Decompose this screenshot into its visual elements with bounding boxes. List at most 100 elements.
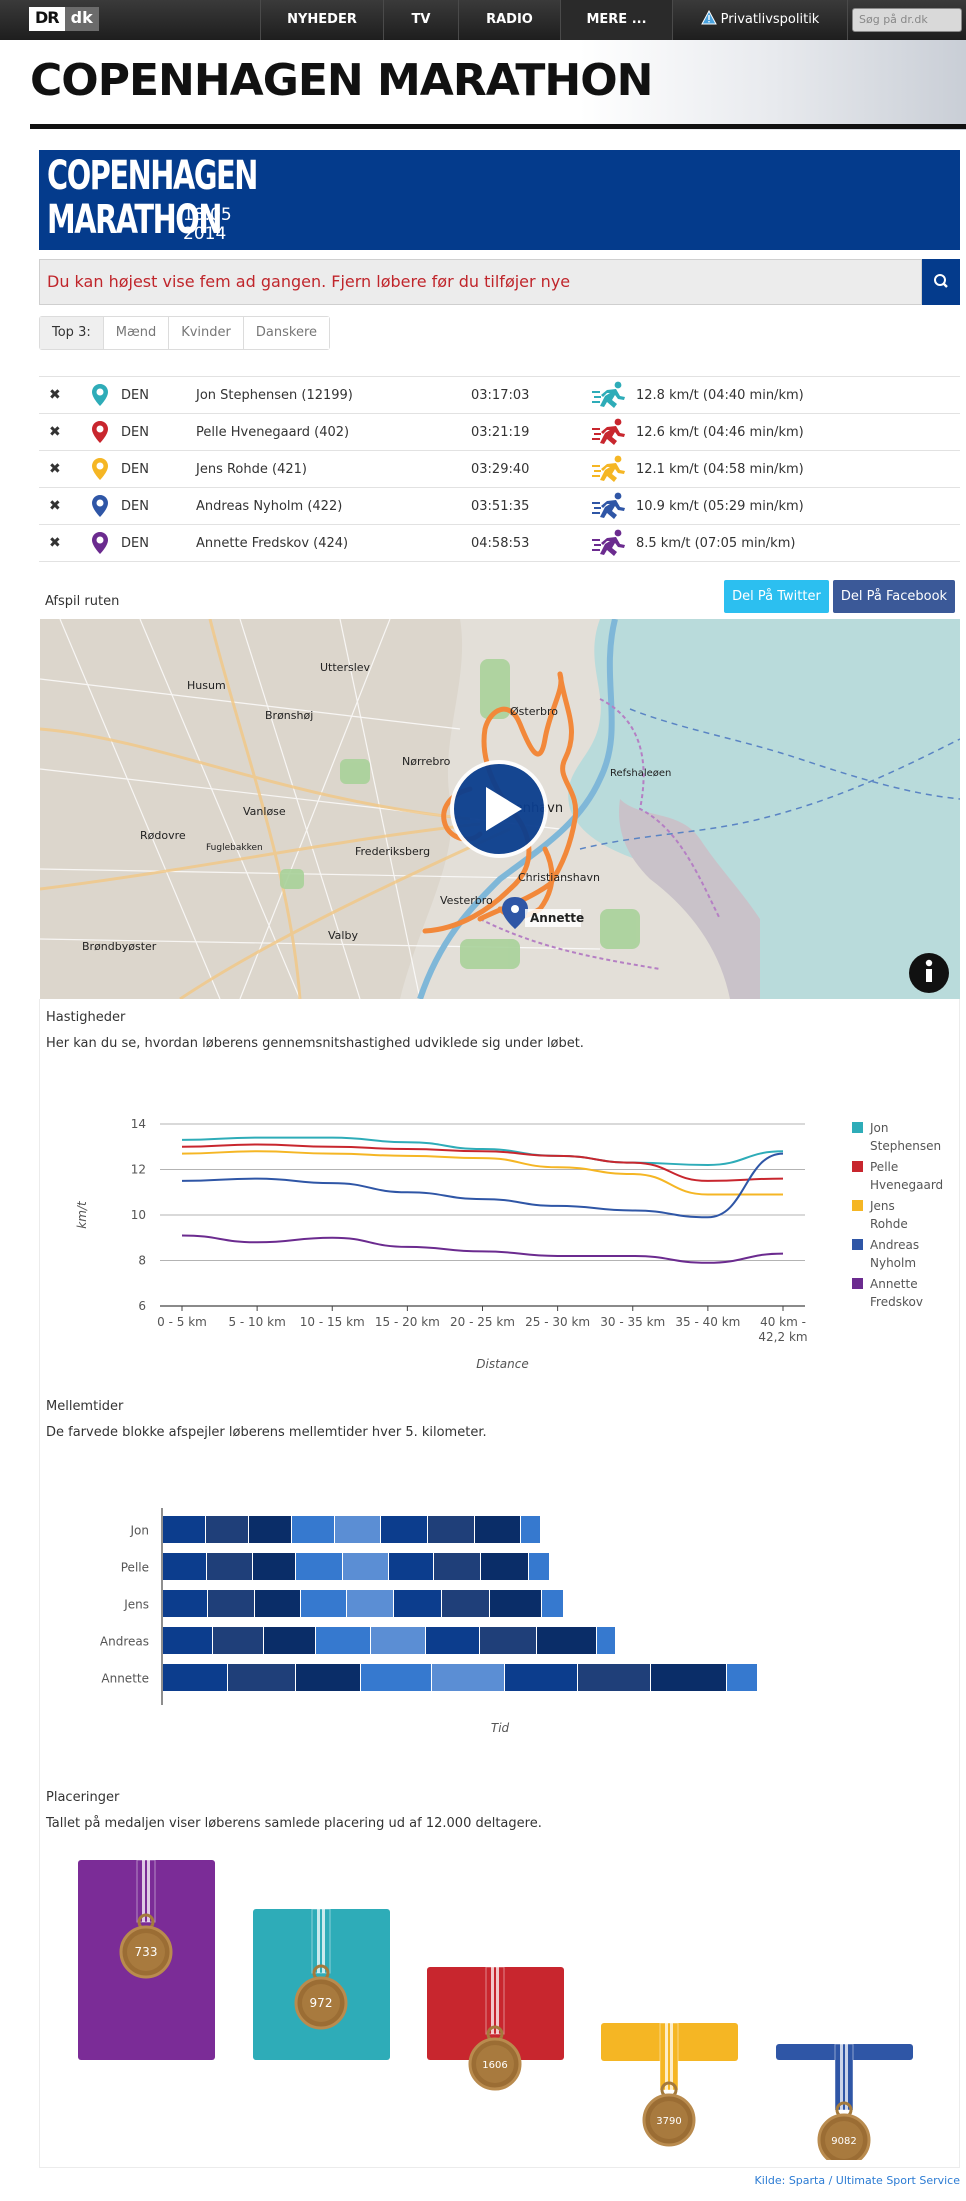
x-tick-label: 25 - 30 km xyxy=(525,1315,590,1329)
source-credit[interactable]: Kilde: Sparta / Ultimate Sport Service xyxy=(755,2174,960,2187)
speed-line-chart: 6 8 10 12 14 km/t 0 - 5 km 5 - 10 km 10 - 15 km 1… xyxy=(75,1117,943,1370)
x-tick-label: 30 - 35 km xyxy=(600,1315,665,1329)
remove-runner-icon[interactable]: ✖ xyxy=(49,461,61,477)
remove-runner-icon[interactable]: ✖ xyxy=(49,535,61,551)
map-label-brondbyoster: Brøndbyøster xyxy=(82,940,157,953)
split-block xyxy=(255,1590,300,1617)
dr-logo[interactable]: DR dk xyxy=(29,7,99,31)
y-tick-label: 14 xyxy=(131,1117,146,1131)
splits-x-axis-label: Tid xyxy=(491,1721,510,1735)
map-label-husum: Husum xyxy=(187,679,226,692)
splits-title: Mellemtider xyxy=(46,1399,124,1414)
split-block xyxy=(651,1664,726,1691)
split-block xyxy=(389,1553,433,1580)
split-block xyxy=(343,1553,388,1580)
legend-label: Annette xyxy=(870,1277,918,1291)
medal-rank: 1606 xyxy=(482,2060,507,2071)
nav-item-tv[interactable]: TV xyxy=(383,0,458,40)
split-block xyxy=(381,1516,427,1543)
split-block xyxy=(207,1553,252,1580)
map-label-vanlose: Vanløse xyxy=(243,805,286,818)
runner-icon xyxy=(592,492,628,524)
route-map[interactable]: Husum Utterslev Brønshøj Østerbro Nørreb… xyxy=(40,619,960,999)
search-input[interactable]: Søg på dr.dk xyxy=(852,8,962,32)
y-tick-label: 10 xyxy=(131,1208,146,1222)
x-tick-label: 40 km - xyxy=(760,1315,806,1329)
x-axis-label: Distance xyxy=(476,1357,528,1370)
split-runner-label: Jens xyxy=(123,1598,149,1612)
split-block xyxy=(371,1627,425,1654)
x-tick-label: 35 - 40 km xyxy=(675,1315,740,1329)
map-label-frederiksberg: Frederiksberg xyxy=(355,845,430,858)
runner-speed: 12.1 km/t (04:58 min/km) xyxy=(636,462,804,477)
legend-label: Andreas xyxy=(870,1238,919,1252)
top-navigation: DR dk NYHEDER TV RADIO MERE ... Privatli… xyxy=(0,0,966,40)
tab-maend[interactable]: Mænd xyxy=(102,317,169,349)
split-block xyxy=(292,1516,334,1543)
map-play-icon[interactable] xyxy=(450,760,548,858)
nav-item-mere[interactable]: MERE ... xyxy=(560,0,672,40)
split-block xyxy=(521,1516,540,1543)
series-line xyxy=(181,1234,784,1264)
legend-swatch xyxy=(852,1122,863,1133)
map-pin-icon xyxy=(91,420,109,448)
split-block xyxy=(426,1627,479,1654)
runner-search-field[interactable]: Du kan højest vise fem ad gangen. Fjern … xyxy=(39,259,922,305)
banner-line-1: COPENHAGEN xyxy=(47,153,258,199)
legend-swatch xyxy=(852,1161,863,1172)
split-block xyxy=(253,1553,295,1580)
nav-item-nyheder[interactable]: NYHEDER xyxy=(260,0,383,40)
nav-item-privacy[interactable]: Privatlivspolitik xyxy=(672,0,848,40)
split-block xyxy=(316,1627,370,1654)
marathon-banner: COPENHAGEN MARATHON 18.05 2014 xyxy=(39,150,960,250)
runner-time: 04:58:53 xyxy=(471,536,530,551)
map-info-icon[interactable] xyxy=(909,953,949,993)
table-row: ✖ DEN Andreas Nyholm (422) 03:51:35 10.9 km/… xyxy=(39,487,960,524)
runner-name: Andreas Nyholm (422) xyxy=(196,499,343,514)
split-block xyxy=(434,1553,480,1580)
map-pin-icon xyxy=(91,457,109,485)
map-label-vesterbro: Vesterbro xyxy=(440,894,493,907)
split-block xyxy=(163,1627,212,1654)
x-tick-label: 0 - 5 km xyxy=(157,1315,207,1329)
tab-kvinder[interactable]: Kvinder xyxy=(168,317,243,349)
map-label-utterslev: Utterslev xyxy=(320,661,371,674)
split-block xyxy=(361,1664,431,1691)
privacy-label: Privatlivspolitik xyxy=(720,12,820,27)
page-title: COPENHAGEN MARATHON xyxy=(30,55,653,106)
remove-runner-icon[interactable]: ✖ xyxy=(49,498,61,514)
split-block xyxy=(249,1516,291,1543)
runner-name: Pelle Hvenegaard (402) xyxy=(196,425,350,440)
table-row: ✖ DEN Annette Fredskov (424) 04:58:53 8.5 km… xyxy=(39,524,960,561)
search-button[interactable] xyxy=(922,259,960,305)
warning-icon xyxy=(700,9,717,25)
split-runner-label: Pelle xyxy=(121,1561,149,1575)
split-block xyxy=(480,1627,536,1654)
runner-nation: DEN xyxy=(121,425,149,440)
split-block xyxy=(727,1664,757,1691)
split-block xyxy=(442,1590,489,1617)
legend-swatch xyxy=(852,1278,863,1289)
x-tick-label: 42,2 km xyxy=(758,1330,807,1344)
split-block xyxy=(537,1627,596,1654)
map-graphic: Husum Utterslev Brønshøj Østerbro Nørreb… xyxy=(40,619,960,999)
share-twitter-button[interactable]: Del På Twitter xyxy=(724,580,829,613)
splits-subtitle: De farvede blokke afspejler løberens mel… xyxy=(46,1425,487,1440)
remove-runner-icon[interactable]: ✖ xyxy=(49,387,61,403)
split-block xyxy=(394,1590,441,1617)
map-label-norrebro: Nørrebro xyxy=(402,755,451,768)
replay-route-label[interactable]: Afspil ruten xyxy=(45,594,119,609)
map-label-rodovre: Rødovre xyxy=(140,829,186,842)
tab-danskere[interactable]: Danskere xyxy=(242,317,329,349)
split-block xyxy=(213,1627,263,1654)
remove-runner-icon[interactable]: ✖ xyxy=(49,424,61,440)
share-facebook-button[interactable]: Del På Facebook xyxy=(833,580,955,613)
legend-label: Rohde xyxy=(870,1217,908,1231)
split-block xyxy=(301,1590,346,1617)
legend-label: Pelle xyxy=(870,1160,898,1174)
placements-title: Placeringer xyxy=(46,1790,120,1805)
runner-time: 03:51:35 xyxy=(471,499,530,514)
legend-label: Jon xyxy=(869,1121,889,1135)
y-axis-label: km/t xyxy=(75,1200,89,1229)
nav-item-radio[interactable]: RADIO xyxy=(458,0,560,40)
